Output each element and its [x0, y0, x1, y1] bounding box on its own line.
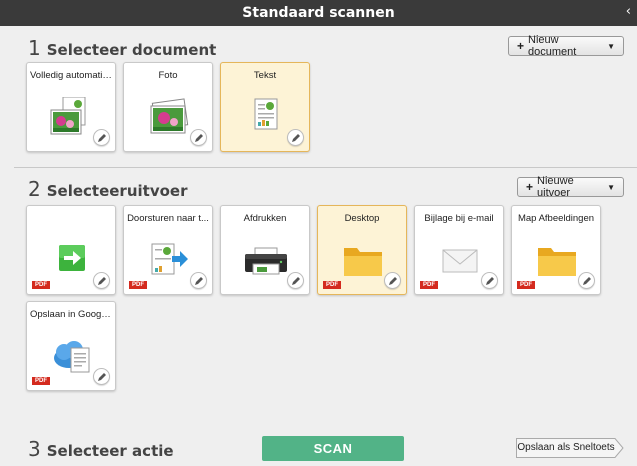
cloud-document-icon — [54, 341, 90, 373]
pencil-icon — [582, 276, 591, 285]
plus-icon: + — [526, 180, 534, 194]
section-1-title: Selecteer document — [46, 41, 217, 59]
section-3-header: 3 Selecteer actie — [28, 437, 174, 461]
pencil-icon — [97, 276, 106, 285]
envelope-icon — [442, 249, 478, 273]
edit-button[interactable] — [190, 272, 207, 289]
window-titlebar: Standaard scannen ‹ — [0, 0, 637, 26]
edit-button[interactable] — [481, 272, 498, 289]
pencil-icon — [388, 276, 397, 285]
green-arrow-icon — [59, 245, 85, 271]
photo-icon — [150, 98, 189, 134]
printer-icon — [245, 247, 287, 275]
document-card-text[interactable]: Tekst — [220, 62, 310, 152]
card-label: Volledig automatis... — [30, 70, 112, 81]
section-2-title: Selecteeruitvoer — [46, 182, 188, 200]
pdf-badge: PDF — [32, 377, 50, 385]
pencil-icon — [291, 133, 300, 142]
pencil-icon — [97, 372, 106, 381]
pdf-badge: PDF — [323, 281, 341, 289]
section-1-header: 1 Selecteer document — [28, 36, 216, 60]
folder-icon — [538, 248, 576, 276]
plus-icon: + — [517, 39, 525, 53]
caret-down-icon: ▼ — [607, 41, 615, 51]
card-label: Doorsturen naar t... — [127, 213, 209, 224]
pencil-icon — [485, 276, 494, 285]
edit-button[interactable] — [287, 272, 304, 289]
section-2-header: 2 Selecteeruitvoer — [28, 177, 187, 201]
card-label: Afdrukken — [243, 213, 287, 224]
pdf-badge: PDF — [420, 281, 438, 289]
caret-down-icon: ▼ — [607, 182, 615, 192]
section-3-title: Selecteer actie — [46, 442, 174, 460]
window-title: Standaard scannen — [242, 5, 395, 21]
card-label: Desktop — [344, 213, 380, 224]
folder-icon — [344, 248, 382, 276]
edit-button[interactable] — [578, 272, 595, 289]
card-label: Opslaan in Google... — [30, 309, 112, 320]
pdf-badge: PDF — [32, 281, 50, 289]
pdf-badge: PDF — [517, 281, 535, 289]
card-label: Map Afbeeldingen — [517, 213, 595, 224]
output-card-email[interactable]: Bijlage bij e-mail PDF — [414, 205, 504, 295]
new-output-label: Nieuwe uitvoer — [537, 175, 574, 199]
output-card-google-drive[interactable]: Opslaan in Google... PDF — [26, 301, 116, 391]
pencil-icon — [291, 276, 300, 285]
output-card-app[interactable]: PDF — [26, 205, 116, 295]
document-card-auto[interactable]: Volledig automatis... — [26, 62, 116, 152]
edit-button[interactable] — [93, 129, 110, 146]
section-divider — [14, 167, 637, 168]
section-2-number: 2 — [28, 177, 41, 201]
card-label: Foto — [158, 70, 178, 81]
edit-button[interactable] — [190, 129, 207, 146]
section-1-number: 1 — [28, 36, 41, 60]
output-card-print[interactable]: Afdrukken — [220, 205, 310, 295]
document-card-photo[interactable]: Foto — [123, 62, 213, 152]
scan-button[interactable]: SCAN — [262, 436, 404, 461]
pencil-icon — [194, 276, 203, 285]
new-document-label: Nieuw document — [528, 34, 577, 58]
card-label: Tekst — [253, 70, 277, 81]
save-as-shortcut-label: Opslaan als Sneltoets — [517, 442, 615, 453]
edit-button[interactable] — [93, 368, 110, 385]
edit-button[interactable] — [287, 129, 304, 146]
edit-button[interactable] — [384, 272, 401, 289]
forward-to-app-icon — [151, 243, 188, 275]
save-as-shortcut-button[interactable]: Opslaan als Sneltoets — [516, 438, 624, 458]
new-output-button[interactable]: + Nieuwe uitvoer ▼ — [517, 175, 624, 199]
pdf-badge: PDF — [129, 281, 147, 289]
auto-document-icon — [50, 97, 86, 135]
text-document-icon — [254, 98, 278, 130]
output-card-desktop[interactable]: Desktop PDF — [317, 205, 407, 295]
edit-button[interactable] — [93, 272, 110, 289]
new-document-button[interactable]: + Nieuw document ▼ — [508, 34, 624, 58]
output-card-forward[interactable]: Doorsturen naar t... PDF — [123, 205, 213, 295]
pencil-icon — [97, 133, 106, 142]
output-card-pictures[interactable]: Map Afbeeldingen PDF — [511, 205, 601, 295]
chevron-left-icon[interactable]: ‹ — [626, 0, 631, 24]
section-3-number: 3 — [28, 437, 41, 461]
card-label: Bijlage bij e-mail — [424, 213, 494, 224]
pencil-icon — [194, 133, 203, 142]
